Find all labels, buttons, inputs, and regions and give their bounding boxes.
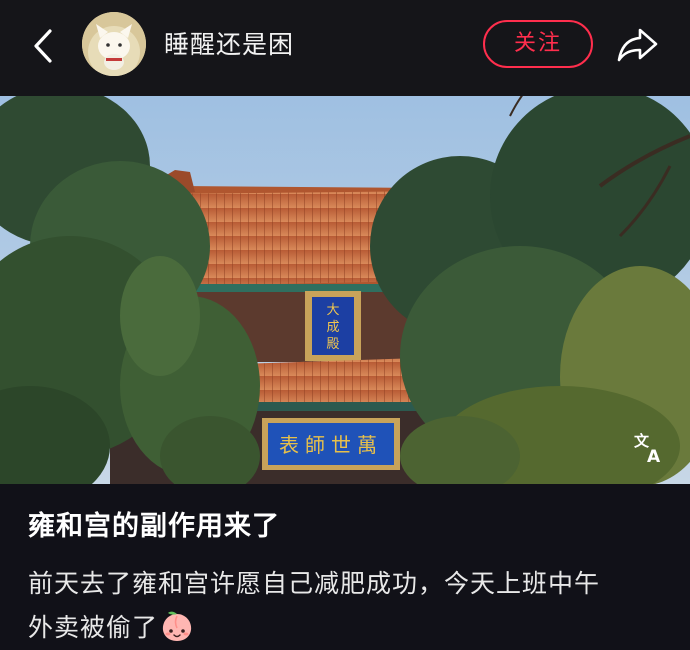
share-button[interactable] [614,22,662,66]
post-photo[interactable]: 大 成 殿 表師世萬 [0,96,690,484]
follow-button[interactable]: 关注 [483,20,593,68]
top-bar: 睡醒还是困 关注 [0,0,690,96]
chevron-left-icon [34,29,52,63]
username[interactable]: 睡醒还是困 [164,28,294,62]
post-title: 雍和宫的副作用来了 [28,511,280,542]
post-body: 前天去了雍和宫许愿自己减肥成功，今天上班中午 外卖被偷了 [28,562,668,650]
plaque-upper-text-3: 殿 [326,337,339,352]
avatar-image [82,12,146,76]
plaque-upper-text-1: 大 [326,303,339,318]
translate-button[interactable]: 文 A [630,428,670,468]
svg-text:A: A [647,447,661,467]
translate-icon: 文 A [634,432,661,467]
avatar[interactable] [82,12,146,76]
temple-photo: 大 成 殿 表師世萬 [0,96,690,484]
post-body-line-2: 外卖被偷了 [28,606,668,650]
back-button[interactable] [22,24,66,68]
share-arrow-icon [617,28,658,62]
plaque-upper-text-2: 成 [326,320,339,335]
plaque-lower-text: 表師世萬 [279,433,383,457]
peach-face-emoji [162,611,192,641]
post-body-line-2-text: 外卖被偷了 [28,613,159,642]
post-body-line-1: 前天去了雍和宫许愿自己减肥成功，今天上班中午 [28,569,601,598]
post-detail-screen: 睡醒还是困 关注 大 成 殿 表師世萬 文 A 雍和宫的副作用来了 前天去了雍和… [0,0,690,650]
